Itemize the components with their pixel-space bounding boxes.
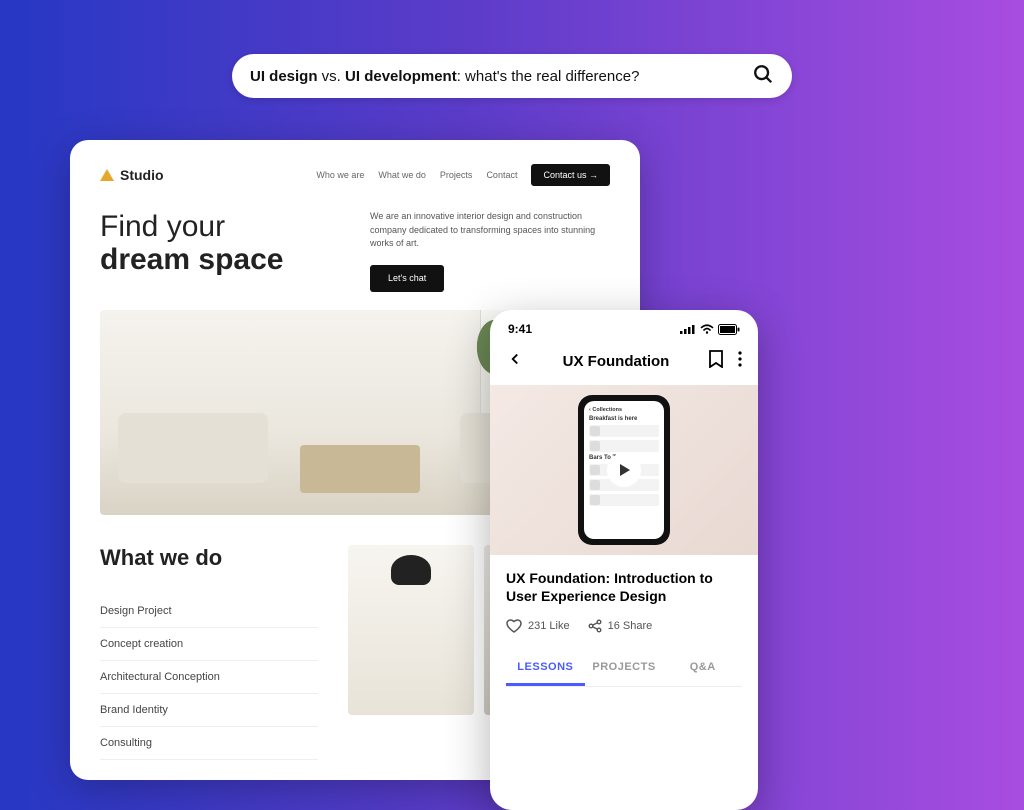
desktop-nav: Who we are What we do Projects Contact C… bbox=[316, 164, 610, 186]
hero-heading: Find your dream space bbox=[100, 210, 283, 292]
course-title: UX Foundation: Introduction to User Expe… bbox=[506, 569, 742, 605]
more-icon[interactable] bbox=[738, 351, 742, 372]
share-icon bbox=[588, 619, 602, 633]
course-tabs: LESSONS PROJECTS Q&A bbox=[506, 651, 742, 687]
contact-button[interactable]: Contact us → bbox=[531, 164, 610, 186]
course-content: UX Foundation: Introduction to User Expe… bbox=[490, 555, 758, 687]
share-button[interactable]: 16 Share bbox=[588, 619, 653, 633]
section-title: What we do bbox=[100, 545, 318, 571]
share-count: 16 Share bbox=[608, 620, 653, 632]
heart-icon bbox=[506, 619, 522, 633]
play-icon[interactable] bbox=[607, 453, 641, 487]
hero-description: We are an innovative interior design and… bbox=[370, 210, 610, 292]
nav-link[interactable]: What we do bbox=[378, 170, 426, 180]
search-bar[interactable]: UI design vs. UI development: what's the… bbox=[232, 54, 792, 98]
signal-icon bbox=[680, 324, 696, 334]
search-query: UI design vs. UI development: what's the… bbox=[250, 68, 752, 85]
status-time: 9:41 bbox=[508, 322, 532, 336]
tab-qa[interactable]: Q&A bbox=[663, 651, 742, 686]
battery-icon bbox=[718, 324, 740, 335]
like-button[interactable]: 231 Like bbox=[506, 619, 570, 633]
nav-link[interactable]: Projects bbox=[440, 170, 473, 180]
phone-mockup: 9:41 UX Foundation ‹ Collections Breakfa… bbox=[490, 310, 758, 810]
search-icon[interactable] bbox=[752, 63, 774, 90]
screen-title: UX Foundation bbox=[563, 353, 670, 370]
tab-projects[interactable]: PROJECTS bbox=[585, 651, 664, 686]
hero-section: Find your dream space We are an innovati… bbox=[100, 210, 610, 292]
wifi-icon bbox=[700, 324, 714, 334]
phone-topbar: UX Foundation bbox=[490, 342, 758, 385]
like-count: 231 Like bbox=[528, 620, 570, 632]
brand-name: Studio bbox=[120, 167, 164, 183]
status-icons bbox=[680, 322, 740, 336]
bookmark-icon[interactable] bbox=[708, 350, 724, 373]
mini-collections-label: ‹ Collections bbox=[589, 407, 659, 413]
nav-link[interactable]: Contact bbox=[486, 170, 517, 180]
desktop-header: Studio Who we are What we do Projects Co… bbox=[100, 164, 610, 186]
lets-chat-button[interactable]: Let's chat bbox=[370, 265, 444, 293]
logo-icon bbox=[100, 169, 114, 181]
course-meta: 231 Like 16 Share bbox=[506, 619, 742, 633]
service-item[interactable]: Design Project bbox=[100, 595, 318, 628]
course-hero-image[interactable]: ‹ Collections Breakfast is here Bars To … bbox=[490, 385, 758, 555]
mini-headline: Breakfast is here bbox=[589, 416, 659, 422]
service-item[interactable]: Architectural Conception bbox=[100, 661, 318, 694]
status-bar: 9:41 bbox=[490, 310, 758, 342]
logo[interactable]: Studio bbox=[100, 167, 164, 183]
back-icon[interactable] bbox=[506, 350, 524, 373]
tab-lessons[interactable]: LESSONS bbox=[506, 651, 585, 686]
service-item[interactable]: Concept creation bbox=[100, 628, 318, 661]
service-item[interactable]: Brand Identity bbox=[100, 694, 318, 727]
service-item[interactable]: Consulting bbox=[100, 727, 318, 760]
nav-link[interactable]: Who we are bbox=[316, 170, 364, 180]
gallery-image bbox=[348, 545, 474, 715]
